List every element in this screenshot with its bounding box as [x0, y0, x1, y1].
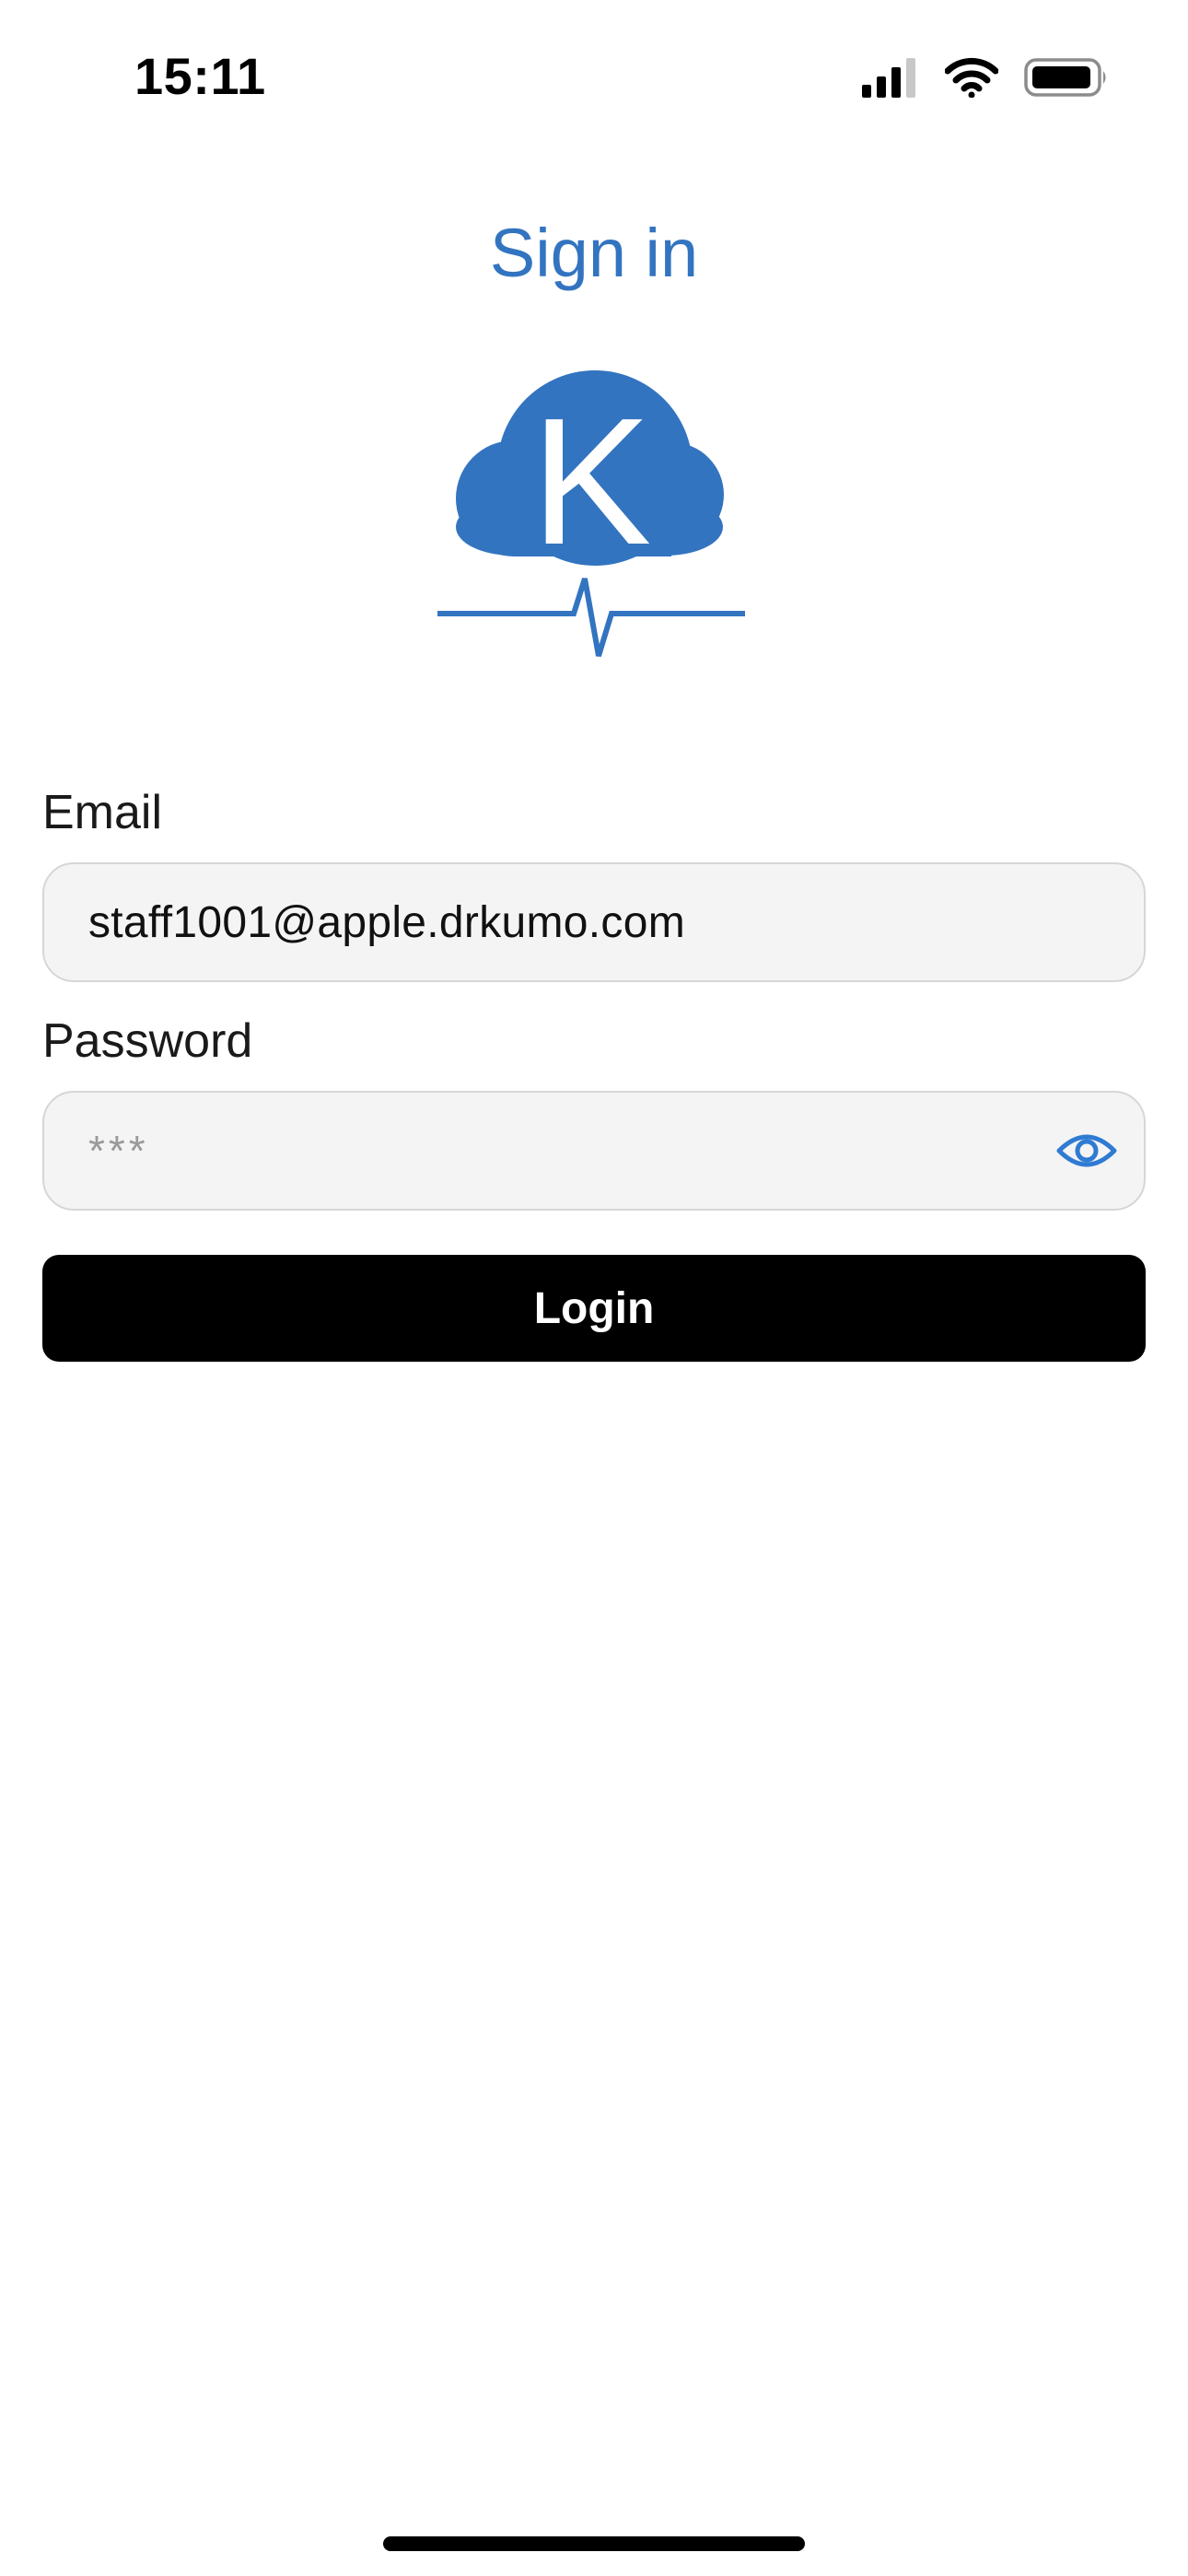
wifi-icon	[944, 57, 999, 102]
logo-letter: K	[531, 381, 652, 582]
show-password-toggle[interactable]	[1056, 1123, 1117, 1182]
status-bar: 15:11	[0, 0, 1188, 157]
email-label: Email	[42, 786, 163, 839]
password-field[interactable]: ***	[42, 1091, 1146, 1211]
app-logo: K	[437, 367, 745, 662]
home-indicator[interactable]	[383, 2536, 805, 2551]
page-title: Sign in	[489, 215, 699, 291]
status-time: 15:11	[134, 47, 266, 105]
email-value: staff1001@apple.drkumo.com	[88, 897, 685, 947]
cellular-signal-icon	[860, 57, 919, 102]
battery-icon	[1024, 57, 1109, 102]
password-label: Password	[42, 1014, 253, 1068]
eye-icon	[1056, 1130, 1117, 1176]
password-placeholder: ***	[88, 1127, 149, 1175]
login-button[interactable]: Login	[42, 1255, 1146, 1362]
status-icons	[860, 57, 1109, 101]
email-field[interactable]: staff1001@apple.drkumo.com	[42, 862, 1146, 982]
